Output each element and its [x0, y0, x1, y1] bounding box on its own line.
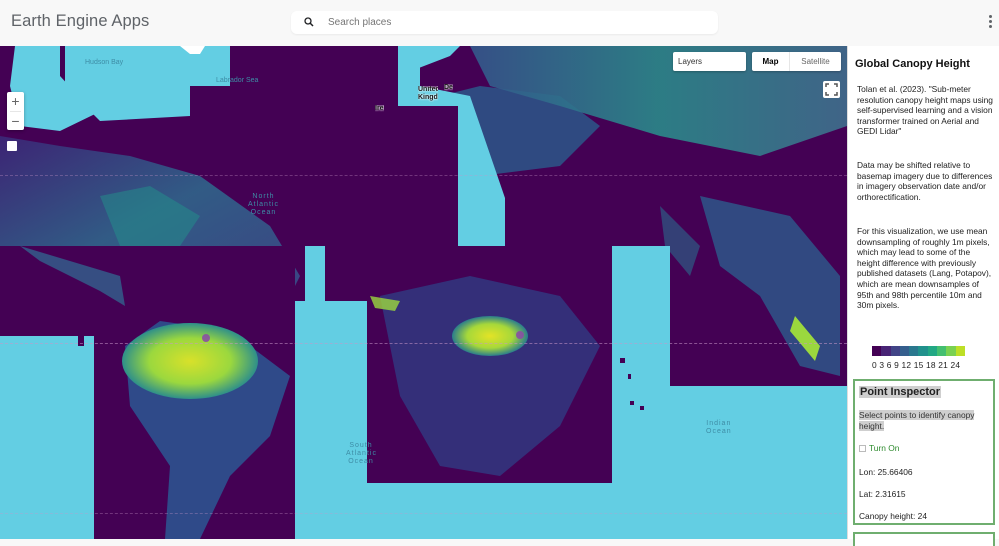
amazon-forest: [122, 323, 258, 399]
legend-swatch: [881, 346, 891, 356]
shift-note-text: Data may be shifted relative to basemap …: [857, 160, 993, 202]
label-ireland: Ireland: [375, 105, 384, 112]
legend-swatch: [899, 346, 910, 356]
label-hudson-bay: Hudson Bay: [85, 59, 124, 66]
citation-text: Tolan et al. (2023). "Sub-meter resoluti…: [857, 84, 993, 137]
search-icon: [304, 17, 314, 27]
legend-swatch: [937, 346, 947, 356]
label-north-atlantic: North Atlantic Ocean: [248, 193, 279, 216]
label-labrador-sea: Labrador Sea: [216, 77, 259, 84]
tropic-of-capricorn-line: [0, 513, 847, 514]
search-box[interactable]: [291, 11, 718, 34]
secondary-panel: [853, 532, 995, 546]
info-panel: Global Canopy Height Tolan et al. (2023)…: [847, 46, 999, 546]
map-canvas[interactable]: Hudson Bay Labrador Sea North Atlantic O…: [0, 46, 847, 539]
legend-swatch: [927, 346, 938, 356]
longitude-value: Lon: 25.66406: [859, 467, 913, 477]
canopy-height-layer: [0, 46, 847, 539]
downsampling-note-text: For this visualization, we use mean down…: [857, 226, 992, 311]
panel-title: Global Canopy Height: [855, 58, 970, 70]
inspector-title: Point Inspector: [859, 386, 942, 398]
legend-tick-labels: 0 3 6 9 12 15 18 21 24: [872, 360, 961, 370]
inspector-point-marker-africa: [516, 331, 524, 339]
legend-swatch: [955, 346, 965, 356]
app-header: Earth Engine Apps: [0, 0, 999, 46]
map-type-map-button[interactable]: Map: [752, 52, 790, 71]
search-input[interactable]: [328, 14, 708, 31]
legend-swatch: [872, 346, 882, 356]
colorbar-legend: [872, 346, 965, 356]
map-type-control: Map Satellite: [752, 52, 841, 71]
app-title: Earth Engine Apps: [11, 12, 150, 30]
zoom-in-button[interactable]: +: [7, 92, 24, 111]
zoom-out-button[interactable]: −: [7, 112, 24, 131]
map-type-satellite-button[interactable]: Satellite: [790, 52, 841, 71]
fullscreen-button[interactable]: [823, 81, 840, 98]
legend-swatch: [909, 346, 919, 356]
point-inspector-panel: Point Inspector Select points to identif…: [853, 379, 995, 525]
map-layer-checkbox[interactable]: [7, 141, 17, 151]
turn-on-label[interactable]: Turn On: [869, 443, 899, 453]
turn-on-checkbox[interactable]: [859, 444, 866, 452]
zoom-control: + −: [7, 92, 24, 130]
label-south-atlantic: South Atlantic Ocean: [346, 442, 376, 465]
tropic-of-cancer-line: [0, 175, 847, 176]
label-indian-ocean: Indian Ocean: [706, 420, 732, 435]
fullscreen-icon: [825, 83, 838, 96]
legend-swatch: [890, 346, 900, 356]
canopy-height-value: Canopy height: 24: [859, 511, 927, 521]
inspector-description: Select points to identify canopy height.: [859, 410, 975, 431]
equator-line: [0, 343, 847, 344]
latitude-value: Lat: 2.31615: [859, 489, 906, 499]
label-denmark: Denmark: [444, 84, 453, 91]
label-united-kingdom: United Kingdom: [418, 86, 438, 101]
more-vert-icon[interactable]: [985, 15, 995, 31]
inspector-point-marker-america: [202, 334, 210, 342]
inspector-toggle[interactable]: Turn On: [859, 443, 899, 453]
layers-dropdown[interactable]: Layers: [673, 52, 746, 71]
legend-swatch: [946, 346, 956, 356]
legend-swatch: [918, 346, 928, 356]
